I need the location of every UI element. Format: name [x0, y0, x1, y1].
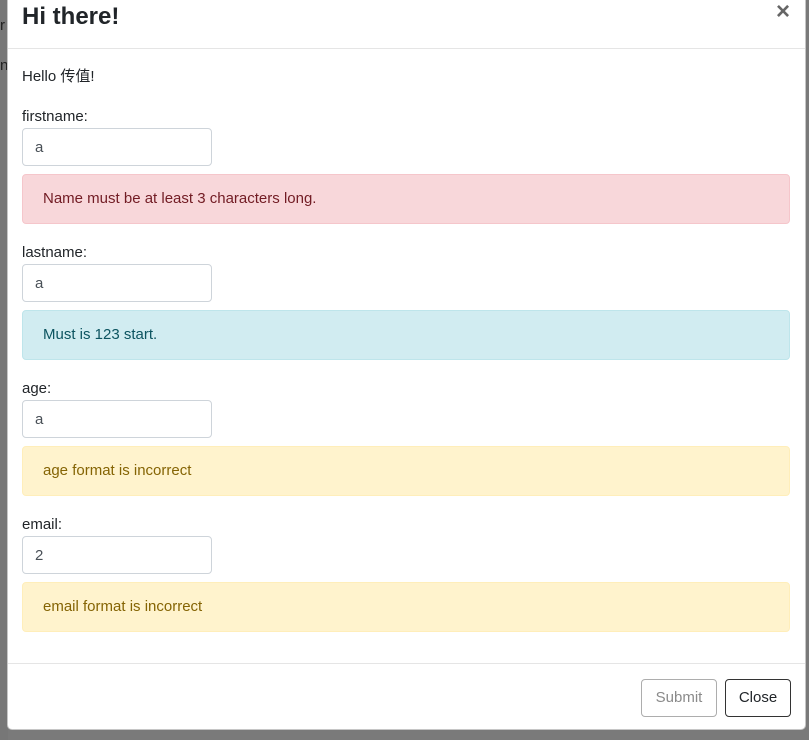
greeting-text: Hello 传值!: [22, 68, 95, 85]
modal-title: Hi there!: [22, 3, 120, 30]
lastname-input[interactable]: [22, 264, 212, 302]
close-icon[interactable]: ×: [774, 0, 792, 24]
age-warning-alert: age format is incorrect: [22, 446, 790, 496]
firstname-input[interactable]: [22, 128, 212, 166]
backdrop-text-fragment: r: [0, 17, 5, 34]
email-warning-alert: email format is incorrect: [22, 582, 790, 632]
close-button[interactable]: Close: [725, 679, 791, 717]
email-label: email:: [22, 516, 63, 533]
lastname-info-alert: Must is 123 start.: [22, 310, 790, 360]
modal-footer: Submit Close: [8, 663, 805, 729]
submit-button[interactable]: Submit: [641, 679, 717, 717]
email-input[interactable]: [22, 536, 212, 574]
lastname-label: lastname:: [22, 244, 88, 261]
modal-dialog: Hi there! × Hello 传值! firstname: Name mu…: [7, 0, 806, 730]
firstname-label: firstname:: [22, 108, 88, 125]
modal-header: Hi there! ×: [8, 0, 805, 49]
firstname-error-alert: Name must be at least 3 characters long.: [22, 174, 790, 224]
age-label: age:: [22, 380, 52, 397]
age-input[interactable]: [22, 400, 212, 438]
